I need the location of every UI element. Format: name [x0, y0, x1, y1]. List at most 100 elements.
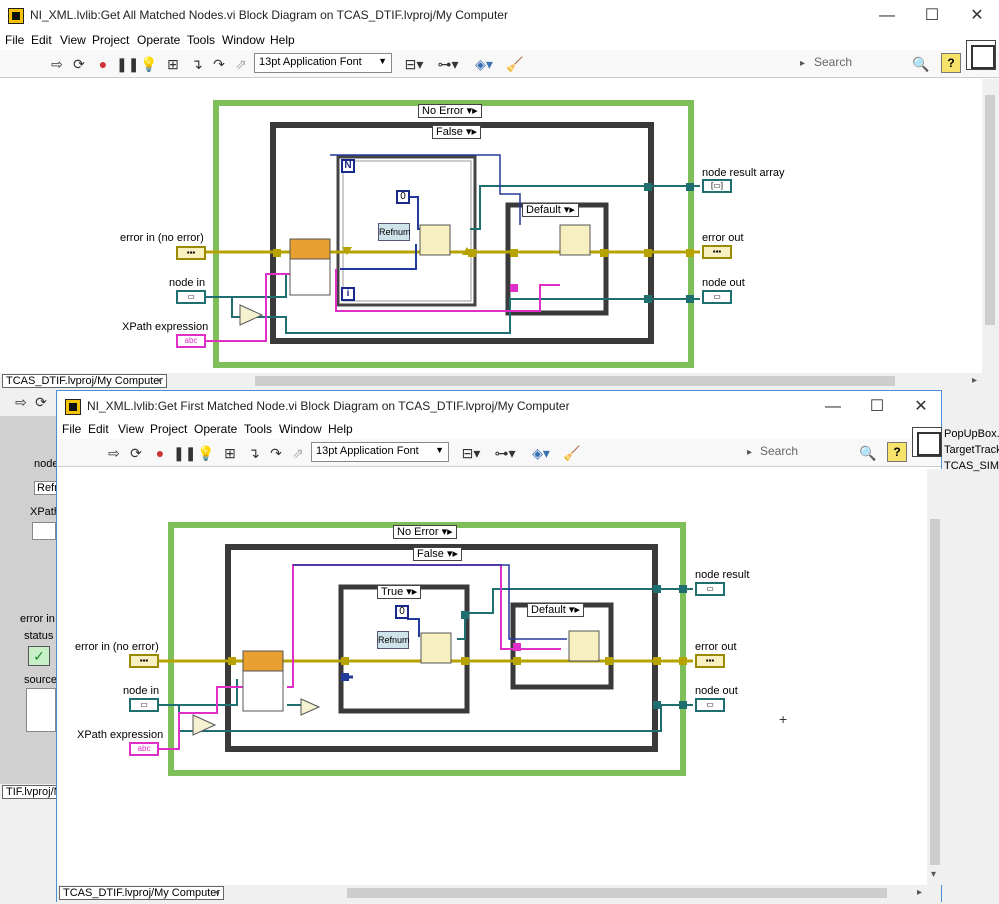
node-out-terminal[interactable]: ▭	[695, 698, 725, 712]
xpath-terminal[interactable]: abc	[129, 742, 159, 756]
menu-view[interactable]: View	[118, 422, 144, 436]
retain-wire-values-icon[interactable]: ⊞	[221, 444, 239, 462]
step-out-icon[interactable]: ⇗	[232, 55, 250, 73]
menu-project[interactable]: Project	[150, 422, 187, 436]
numeric-constant[interactable]: 0	[396, 190, 410, 204]
menu-operate[interactable]: Operate	[137, 33, 180, 47]
menu-window[interactable]: Window	[279, 422, 322, 436]
menu-file[interactable]: File	[5, 33, 24, 47]
vertical-scroll-thumb[interactable]	[985, 95, 995, 325]
menu-edit[interactable]: Edit	[88, 422, 109, 436]
vertical-scroll-thumb[interactable]	[930, 519, 940, 865]
loop-count-terminal[interactable]: N	[341, 159, 355, 173]
search-input[interactable]: Search	[814, 55, 852, 73]
close-button[interactable]: ✕	[899, 395, 943, 419]
vertical-scrollbar[interactable]	[982, 79, 999, 373]
xpath-terminal[interactable]: abc	[176, 334, 206, 348]
highlight-execution-icon[interactable]: 💡	[197, 444, 215, 462]
node-in-terminal[interactable]: ▭	[176, 290, 206, 304]
case-selector-false[interactable]: False ▾▸	[432, 125, 482, 139]
retain-wire-values-icon[interactable]: ⊞	[164, 55, 182, 73]
distribute-objects-icon[interactable]: ⊶▾	[436, 55, 460, 73]
menu-help[interactable]: Help	[270, 33, 295, 47]
search-icon[interactable]: 🔍	[859, 444, 877, 462]
font-select[interactable]: 13pt Application Font ▼	[254, 53, 392, 73]
distribute-objects-icon[interactable]: ⊶▾	[493, 444, 517, 462]
scroll-left-icon[interactable]: ◂	[214, 887, 219, 898]
pause-icon[interactable]: ❚❚	[173, 444, 196, 462]
run-arrow-icon[interactable]: ⇨	[105, 444, 123, 462]
scroll-right-icon[interactable]: ▸	[972, 375, 977, 386]
project-label[interactable]: TCAS_DTIF.lvproj/My Computer	[2, 374, 168, 388]
context-help-button[interactable]: ?	[887, 442, 907, 462]
bg-right-item-2[interactable]: TargetTrack	[944, 444, 999, 456]
align-objects-icon[interactable]: ⊟▾	[459, 444, 483, 462]
bg-right-item-1[interactable]: PopUpBox.v	[944, 428, 999, 440]
highlight-execution-icon[interactable]: 💡	[140, 55, 158, 73]
block-diagram-canvas[interactable]: No Error ▾▸ False ▾▸ Default ▾▸ N i 0 Re…	[0, 79, 982, 373]
case-selector-true[interactable]: True ▾▸	[377, 585, 422, 599]
case-selector-default[interactable]: Default ▾▸	[522, 203, 579, 217]
align-objects-icon[interactable]: ⊟▾	[402, 55, 426, 73]
block-diagram-canvas[interactable]: No Error ▾▸ False ▾▸ True ▾▸ Default ▾▸ …	[57, 469, 927, 885]
error-out-terminal[interactable]: ▪▪▪	[695, 654, 725, 668]
node-result-array-terminal[interactable]: [▭]	[702, 179, 732, 193]
case-selector-false[interactable]: False ▾▸	[413, 547, 463, 561]
step-out-icon[interactable]: ⇗	[289, 444, 307, 462]
menu-project[interactable]: Project	[92, 33, 129, 47]
minimize-button[interactable]: —	[811, 395, 855, 419]
maximize-button[interactable]: ☐	[855, 395, 899, 419]
horizontal-scroll-thumb[interactable]	[255, 376, 895, 386]
pause-icon[interactable]: ❚❚	[116, 55, 139, 73]
vertical-scrollbar[interactable]: ▾	[927, 469, 944, 885]
menu-help[interactable]: Help	[328, 422, 353, 436]
clean-up-diagram-icon[interactable]: 🧹	[506, 55, 524, 73]
step-into-icon[interactable]: ↴	[188, 55, 206, 73]
menu-edit[interactable]: Edit	[31, 33, 52, 47]
node-out-terminal[interactable]: ▭	[702, 290, 732, 304]
close-button[interactable]: ✕	[955, 4, 999, 28]
font-select[interactable]: 13pt Application Font ▼	[311, 442, 449, 462]
node-result-terminal[interactable]: ▭	[695, 582, 725, 596]
reorder-icon[interactable]: ◈▾	[472, 55, 496, 73]
menu-file[interactable]: File	[62, 422, 81, 436]
node-in-terminal[interactable]: ▭	[129, 698, 159, 712]
step-into-icon[interactable]: ↴	[245, 444, 263, 462]
search-input[interactable]: Search	[760, 444, 798, 462]
step-over-icon[interactable]: ↷	[210, 55, 228, 73]
maximize-button[interactable]: ☐	[910, 4, 954, 28]
menu-tools[interactable]: Tools	[187, 33, 215, 47]
refnum-constant[interactable]: Refnum	[378, 223, 411, 241]
refnum-constant[interactable]: Refnum	[377, 631, 410, 649]
scroll-left-icon[interactable]: ◂	[156, 375, 161, 386]
minimize-button[interactable]: —	[865, 4, 909, 28]
scroll-down-icon[interactable]: ▾	[931, 869, 936, 880]
error-in-terminal[interactable]: ▪▪▪	[129, 654, 159, 668]
project-label[interactable]: TCAS_DTIF.lvproj/My Computer	[59, 886, 225, 900]
menu-window[interactable]: Window	[222, 33, 265, 47]
menu-view[interactable]: View	[60, 33, 86, 47]
run-continuous-icon[interactable]: ⟳	[70, 55, 88, 73]
abort-icon[interactable]: ●	[151, 444, 169, 462]
case-selector-default[interactable]: Default ▾▸	[527, 603, 584, 617]
step-over-icon[interactable]: ↷	[267, 444, 285, 462]
clean-up-diagram-icon[interactable]: 🧹	[563, 444, 581, 462]
bg-right-item-3[interactable]: TCAS_SIM_	[944, 460, 999, 472]
search-icon[interactable]: 🔍	[912, 55, 930, 73]
run-continuous-icon[interactable]: ⟳	[127, 444, 145, 462]
scroll-right-icon[interactable]: ▸	[917, 887, 922, 898]
case-selector-no-error[interactable]: No Error ▾▸	[393, 525, 457, 539]
error-in-terminal[interactable]: ▪▪▪	[176, 246, 206, 260]
search-expand-icon[interactable]: ▸	[747, 447, 752, 458]
run-arrow-icon[interactable]: ⇨	[48, 55, 66, 73]
case-selector-no-error[interactable]: No Error ▾▸	[418, 104, 482, 118]
menu-operate[interactable]: Operate	[194, 422, 237, 436]
abort-icon[interactable]: ●	[94, 55, 112, 73]
menu-tools[interactable]: Tools	[244, 422, 272, 436]
reorder-icon[interactable]: ◈▾	[529, 444, 553, 462]
search-expand-icon[interactable]: ▸	[800, 58, 805, 69]
error-out-terminal[interactable]: ▪▪▪	[702, 245, 732, 259]
context-help-button[interactable]: ?	[941, 53, 961, 73]
numeric-constant[interactable]: 0	[395, 605, 409, 619]
horizontal-scroll-thumb[interactable]	[347, 888, 887, 898]
